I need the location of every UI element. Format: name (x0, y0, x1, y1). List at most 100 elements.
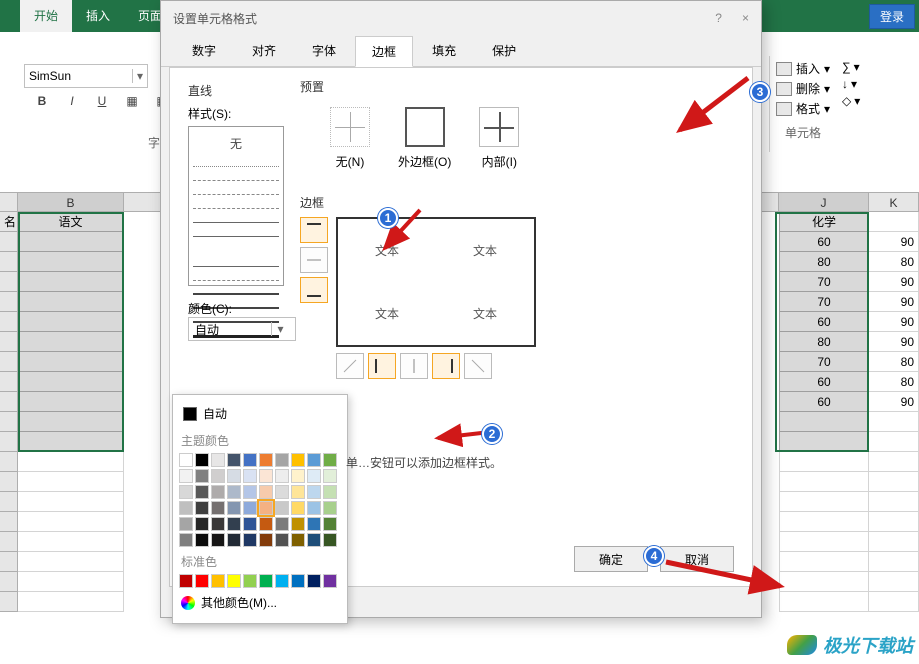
cell[interactable] (18, 452, 124, 472)
border-vmiddle-button[interactable] (400, 353, 428, 379)
theme-swatch[interactable] (291, 517, 305, 531)
theme-swatch[interactable] (179, 469, 193, 483)
cell[interactable]: 90 (869, 292, 919, 312)
row-header[interactable] (0, 552, 18, 572)
style-med2[interactable] (193, 290, 279, 298)
cell[interactable]: 80 (869, 252, 919, 272)
theme-swatch[interactable] (179, 485, 193, 499)
cell[interactable] (779, 492, 869, 512)
row-header[interactable] (0, 492, 18, 512)
cell[interactable] (869, 512, 919, 532)
row-header[interactable] (0, 432, 18, 452)
cell[interactable] (779, 412, 869, 432)
theme-swatch[interactable] (227, 469, 241, 483)
cell[interactable] (779, 532, 869, 552)
cell[interactable] (18, 592, 124, 612)
cell[interactable]: 60 (779, 372, 869, 392)
theme-swatch[interactable] (243, 485, 257, 499)
login-button[interactable]: 登录 (869, 4, 915, 29)
row-header[interactable] (0, 332, 18, 352)
border-hmiddle-button[interactable] (300, 247, 328, 273)
border-bottom-button[interactable] (300, 277, 328, 303)
border-button[interactable]: ▦ (122, 94, 142, 108)
theme-swatch[interactable] (227, 517, 241, 531)
border-right-button[interactable] (432, 353, 460, 379)
cell[interactable] (18, 312, 124, 332)
theme-swatch[interactable] (323, 453, 337, 467)
theme-swatch[interactable] (307, 533, 321, 547)
style-none[interactable]: 无 (193, 131, 279, 156)
row-header[interactable] (0, 472, 18, 492)
theme-swatch[interactable] (195, 469, 209, 483)
cell[interactable] (869, 212, 919, 232)
row-header[interactable] (0, 392, 18, 412)
theme-swatch[interactable] (227, 501, 241, 515)
clear-button[interactable]: ◇▾ (842, 94, 860, 108)
theme-swatch[interactable] (243, 469, 257, 483)
theme-swatch[interactable] (307, 517, 321, 531)
chevron-down-icon[interactable]: ▾ (132, 69, 143, 83)
autosum-button[interactable]: ∑▾ (842, 60, 860, 74)
style-dash1[interactable] (193, 176, 279, 184)
cell[interactable]: 化学 (779, 212, 869, 232)
cell[interactable]: 80 (779, 252, 869, 272)
cell[interactable]: 60 (779, 232, 869, 252)
cell[interactable]: 90 (869, 232, 919, 252)
italic-button[interactable]: I (62, 94, 82, 108)
style-meddash[interactable] (193, 276, 279, 284)
theme-swatch[interactable] (307, 485, 321, 499)
standard-swatch[interactable] (195, 574, 209, 588)
theme-swatch[interactable] (323, 469, 337, 483)
theme-swatch[interactable] (243, 533, 257, 547)
cell[interactable] (18, 292, 124, 312)
preset-none[interactable]: 无(N) (330, 107, 370, 170)
cell[interactable] (18, 512, 124, 532)
cell[interactable] (869, 452, 919, 472)
row-header[interactable] (0, 292, 18, 312)
cell[interactable] (779, 472, 869, 492)
cell[interactable] (18, 552, 124, 572)
tab-border[interactable]: 边框 (355, 36, 413, 67)
theme-swatch[interactable] (259, 517, 273, 531)
theme-swatch[interactable] (291, 469, 305, 483)
row-header[interactable] (0, 452, 18, 472)
tab-align[interactable]: 对齐 (235, 35, 293, 66)
preset-inside[interactable]: 内部(I) (479, 107, 519, 170)
cell[interactable]: 语文 (18, 212, 124, 232)
row-header[interactable] (0, 532, 18, 552)
cell[interactable] (18, 332, 124, 352)
cell[interactable] (18, 392, 124, 412)
theme-swatch[interactable] (195, 533, 209, 547)
delete-cells-button[interactable]: 删除▾ (776, 80, 830, 97)
select-all-corner[interactable] (0, 193, 18, 211)
theme-swatch[interactable] (291, 485, 305, 499)
standard-swatch[interactable] (243, 574, 257, 588)
theme-swatch[interactable] (243, 501, 257, 515)
line-style-list[interactable]: 无 (188, 126, 284, 286)
theme-swatch[interactable] (275, 501, 289, 515)
cell[interactable]: 90 (869, 272, 919, 292)
cell[interactable] (869, 472, 919, 492)
theme-swatch[interactable] (195, 517, 209, 531)
theme-swatch[interactable] (227, 453, 241, 467)
close-icon[interactable]: × (742, 11, 749, 25)
row-header[interactable] (0, 272, 18, 292)
row-header[interactable] (0, 512, 18, 532)
row-header[interactable] (0, 312, 18, 332)
color-auto-item[interactable]: 自动 (179, 401, 341, 426)
theme-swatch[interactable] (195, 501, 209, 515)
tab-home[interactable]: 开始 (20, 0, 72, 32)
cell[interactable]: 80 (779, 332, 869, 352)
theme-swatch[interactable] (179, 453, 193, 467)
theme-swatch[interactable] (243, 453, 257, 467)
cell[interactable] (18, 492, 124, 512)
theme-swatch[interactable] (179, 517, 193, 531)
theme-swatch[interactable] (307, 453, 321, 467)
cell[interactable] (869, 552, 919, 572)
theme-swatch[interactable] (307, 501, 321, 515)
cell[interactable] (18, 232, 124, 252)
theme-swatch[interactable] (179, 533, 193, 547)
theme-swatch[interactable] (195, 485, 209, 499)
theme-swatch[interactable] (227, 485, 241, 499)
standard-swatch[interactable] (227, 574, 241, 588)
